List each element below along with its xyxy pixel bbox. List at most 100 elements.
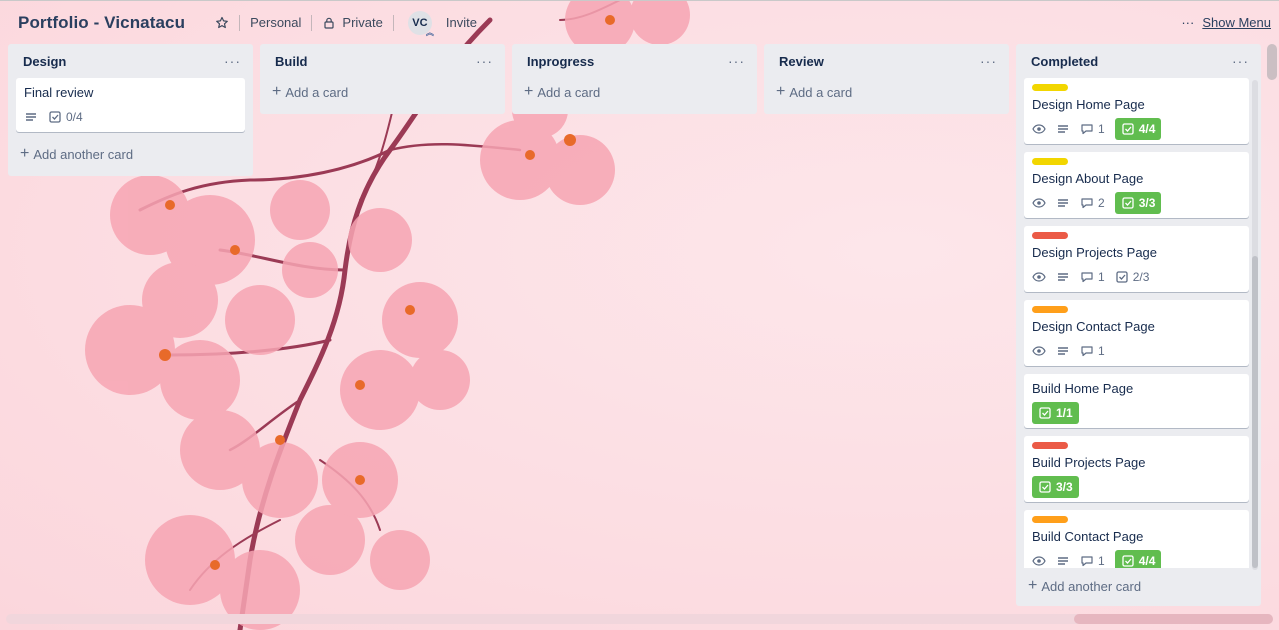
plus-icon: + (1028, 577, 1038, 594)
page-vertical-scrollbar[interactable] (1267, 44, 1279, 620)
header-divider (392, 14, 394, 31)
card-title: Design Home Page (1032, 97, 1145, 112)
checklist-count: 0/4 (66, 110, 83, 124)
comment-badge: 1 (1080, 554, 1105, 568)
card-list[interactable]: Design Home Page 1 4/4 Design About Page 2 3/… (1024, 78, 1253, 568)
description-icon (1058, 347, 1068, 355)
plus-icon: + (524, 83, 534, 100)
board-title[interactable]: Portfolio - Vicnatacu (18, 13, 185, 33)
checklist-badge: 4/4 (1114, 550, 1162, 568)
list-title[interactable]: Design (23, 54, 66, 69)
checklist-icon (49, 111, 61, 123)
comment-count: 1 (1098, 122, 1105, 136)
list-menu-icon[interactable]: ··· (1232, 53, 1249, 69)
card-badges: 1 4/4 (1032, 550, 1241, 568)
scrollbar-thumb[interactable] (1252, 256, 1258, 568)
checklist-count: 3/3 (1056, 480, 1073, 494)
star-button[interactable] (205, 10, 239, 36)
visibility-button[interactable]: Private (312, 10, 392, 36)
card-label (1032, 516, 1068, 523)
add-card-button[interactable]: + Add another card (1024, 572, 1253, 600)
list-scrollbar[interactable] (1252, 80, 1258, 570)
card-title: Build Projects Page (1032, 455, 1146, 470)
card[interactable]: Design Contact Page 1 (1024, 300, 1249, 366)
comment-icon (1081, 346, 1093, 357)
card-label (1032, 232, 1068, 239)
card-badges: 1/1 (1032, 402, 1241, 424)
admin-chevron-icon: ︽ (425, 27, 434, 37)
description-badge (24, 110, 38, 124)
card-badges: 3/3 (1032, 476, 1241, 498)
add-card-label: Add another card (33, 146, 134, 162)
visibility-label: Private (342, 15, 383, 30)
watch-icon (1032, 124, 1046, 134)
card[interactable]: Build Contact Page 1 4/4 (1024, 510, 1249, 568)
plus-icon: + (272, 83, 282, 100)
description-badge (1056, 344, 1070, 358)
board-header: Portfolio - Vicnatacu Personal Private V… (0, 0, 1279, 44)
description-icon (1058, 199, 1068, 207)
list-title[interactable]: Completed (1031, 54, 1098, 69)
list-header: Completed ··· (1024, 44, 1253, 78)
card-label (1032, 442, 1068, 449)
add-card-button[interactable]: + Add a card (268, 78, 497, 106)
scrollbar-thumb[interactable] (1267, 44, 1277, 80)
list-menu-icon[interactable]: ··· (728, 53, 745, 69)
card-badges: 1 4/4 (1032, 118, 1241, 140)
lock-icon (324, 17, 335, 29)
card-label (1032, 84, 1068, 91)
card-badges: 2 3/3 (1032, 192, 1241, 214)
list-menu-icon[interactable]: ··· (980, 53, 997, 69)
checklist-icon (1122, 197, 1134, 209)
list-title[interactable]: Build (275, 54, 308, 69)
board-horizontal-scrollbar[interactable] (6, 614, 1273, 624)
add-card-button[interactable]: + Add a card (772, 78, 1001, 106)
list-title[interactable]: Inprogress (527, 54, 594, 69)
description-badge (1056, 270, 1070, 284)
checklist-badge: 3/3 (1114, 192, 1162, 214)
team-button[interactable]: Personal (240, 10, 311, 36)
card-title: Design About Page (1032, 171, 1144, 186)
description-badge (1056, 554, 1070, 568)
card-badges: 0/4 (24, 106, 237, 128)
checklist-count: 1/1 (1056, 406, 1073, 420)
scrollbar-thumb[interactable] (1074, 614, 1273, 624)
card-title: Design Projects Page (1032, 245, 1158, 260)
card-label (1032, 306, 1068, 313)
watch-badge (1032, 344, 1046, 358)
card[interactable]: Final review 0/4 (16, 78, 245, 132)
list-menu-icon[interactable]: ··· (224, 53, 241, 69)
card[interactable]: Design Projects Page 1 2/3 (1024, 226, 1249, 292)
show-menu-link[interactable]: Show Menu (1202, 15, 1271, 30)
comment-count: 1 (1098, 554, 1105, 568)
list-menu-icon[interactable]: ··· (476, 53, 493, 69)
checklist-icon (1116, 271, 1128, 283)
checklist-count: 4/4 (1138, 554, 1156, 568)
plus-icon: + (20, 145, 30, 162)
checklist-badge: 3/3 (1032, 476, 1079, 498)
card-badges: 1 (1032, 340, 1241, 362)
checklist-badge: 0/4 (48, 110, 83, 124)
description-icon (1058, 557, 1068, 565)
card[interactable]: Design Home Page 1 4/4 (1024, 78, 1249, 144)
list-header: Build ··· (268, 44, 497, 78)
description-icon (1058, 125, 1068, 133)
checklist-icon (1039, 481, 1051, 493)
card[interactable]: Build Home Page 1/1 (1024, 374, 1249, 428)
comment-count: 1 (1098, 344, 1105, 358)
add-card-button[interactable]: + Add another card (16, 140, 245, 168)
add-card-button[interactable]: + Add a card (520, 78, 749, 106)
checklist-badge: 2/3 (1115, 270, 1149, 284)
card-title: Build Contact Page (1032, 529, 1144, 544)
card[interactable]: Build Projects Page 3/3 (1024, 436, 1249, 502)
description-icon (1058, 273, 1068, 281)
team-label: Personal (250, 15, 302, 30)
watch-badge (1032, 122, 1046, 136)
member-avatar[interactable]: VC ︽ (407, 10, 434, 37)
card[interactable]: Design About Page 2 3/3 (1024, 152, 1249, 218)
more-icon[interactable]: ··· (1181, 15, 1194, 30)
card-badges: 1 2/3 (1032, 266, 1241, 288)
list-title[interactable]: Review (779, 54, 824, 69)
invite-button[interactable]: Invite (436, 10, 487, 36)
add-card-label: Add a card (285, 84, 349, 100)
